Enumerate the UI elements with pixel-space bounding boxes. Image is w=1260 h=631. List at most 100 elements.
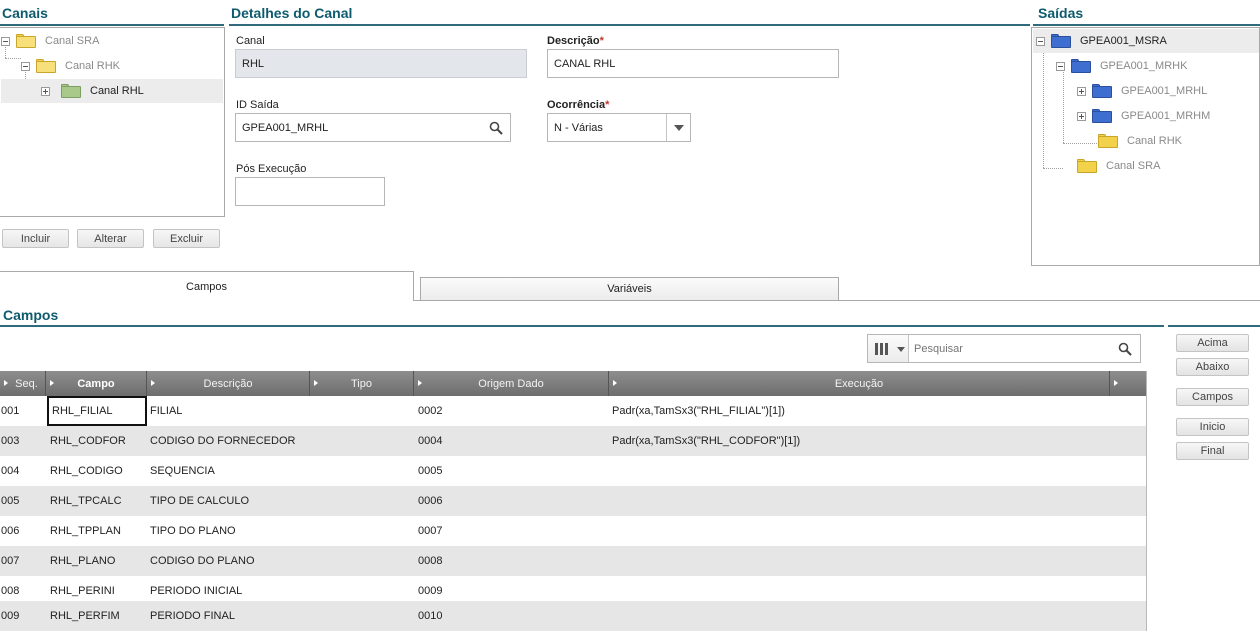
- descricao-field[interactable]: CANAL RHL: [547, 49, 839, 78]
- table-row[interactable]: 001 RHL_FILIAL FILIAL 0002 Padr(xa,TamSx…: [0, 396, 1146, 426]
- cell-origem: 0006: [418, 495, 443, 507]
- cell-descricao: CODIGO DO FORNECEDOR: [150, 435, 296, 447]
- canal-field[interactable]: RHL: [235, 49, 527, 78]
- column-header-seq[interactable]: Seq.: [0, 371, 46, 396]
- tree-item-label: Canal RHK: [65, 60, 121, 72]
- canais-tree-item-rhk[interactable]: Canal RHK: [21, 54, 223, 78]
- tab-campos[interactable]: Campos: [0, 271, 414, 301]
- cell-origem: 0004: [418, 435, 443, 447]
- cell-seq: 001: [1, 405, 20, 417]
- column-header-label: Tipo: [351, 377, 372, 390]
- tree-item-label: GPEA001_MRHM: [1121, 110, 1211, 122]
- grid-search-bar: [867, 334, 1141, 363]
- column-header-extra[interactable]: [1110, 371, 1146, 396]
- ocorrencia-value: N - Várias: [554, 121, 603, 134]
- inicio-button[interactable]: Inicio: [1176, 418, 1249, 436]
- table-row[interactable]: 009 RHL_PERFIM PERIODO FINAL 0010: [0, 601, 1146, 631]
- saidas-tree-item-canal-sra[interactable]: Canal SRA: [1077, 154, 1257, 178]
- chevron-down-icon[interactable]: [666, 114, 690, 141]
- column-header-tipo[interactable]: Tipo: [310, 371, 414, 396]
- folder-icon: [1092, 109, 1112, 123]
- tree-item-label: Canal RHK: [1127, 135, 1183, 147]
- excluir-button[interactable]: Excluir: [153, 229, 220, 248]
- cell-descricao: FILIAL: [150, 405, 183, 417]
- collapse-icon[interactable]: [21, 61, 30, 71]
- sort-icon: [151, 380, 155, 386]
- expand-icon[interactable]: [41, 86, 50, 96]
- table-row[interactable]: 005 RHL_TPCALC TIPO DE CALCULO 0006: [0, 486, 1146, 516]
- final-button[interactable]: Final: [1176, 442, 1249, 460]
- columns-icon[interactable]: [868, 335, 909, 362]
- column-header-label: Seq.: [15, 377, 38, 390]
- saidas-tree-panel: GPEA001_MSRA GPEA001_MRHK GPEA001_MRHL G…: [1031, 27, 1260, 266]
- tree-item-label: Canal SRA: [45, 35, 100, 47]
- saidas-tree-item-canal-rhk[interactable]: Canal RHK: [1098, 129, 1258, 153]
- ocorrencia-label: Ocorrência*: [547, 99, 609, 111]
- sort-icon: [418, 380, 422, 386]
- canais-title-line: [0, 24, 224, 26]
- cell-execucao: Padr(xa,TamSx3("RHL_CODFOR")[1]): [612, 435, 801, 447]
- saidas-title: Saídas: [1038, 5, 1084, 21]
- descricao-label-text: Descrição: [547, 35, 600, 47]
- id-saida-value: GPEA001_MRHL: [242, 121, 329, 134]
- column-header-label: Execução: [834, 377, 884, 390]
- column-header-origem[interactable]: Origem Dado: [414, 371, 609, 396]
- collapse-icon[interactable]: [1036, 36, 1045, 46]
- expand-icon[interactable]: [1077, 86, 1086, 96]
- folder-icon: [1092, 84, 1112, 98]
- cell-campo: RHL_PLANO: [50, 555, 116, 567]
- sort-icon: [1114, 380, 1118, 386]
- incluir-button[interactable]: Incluir: [2, 229, 69, 248]
- table-row[interactable]: 003 RHL_CODFOR CODIGO DO FORNECEDOR 0004…: [0, 426, 1146, 456]
- folder-icon: [1098, 134, 1118, 148]
- alterar-button[interactable]: Alterar: [77, 229, 144, 248]
- saidas-tree-item-mrhl[interactable]: GPEA001_MRHL: [1077, 79, 1257, 103]
- canais-tree-panel: Canal SRA Canal RHK Canal RHL: [0, 27, 225, 217]
- search-icon[interactable]: [1118, 342, 1132, 356]
- saidas-tree-item-msra[interactable]: GPEA001_MSRA: [1033, 29, 1259, 53]
- table-row[interactable]: 004 RHL_CODIGO SEQUENCIA 0005: [0, 456, 1146, 486]
- collapse-icon[interactable]: [1, 36, 10, 46]
- table-row[interactable]: 006 RHL_TPPLAN TIPO DO PLANO 0007: [0, 516, 1146, 546]
- canais-tree-item-sra[interactable]: Canal SRA: [1, 29, 223, 53]
- cell-campo: RHL_TPCALC: [50, 495, 122, 507]
- id-saida-field[interactable]: GPEA001_MRHL: [235, 113, 511, 142]
- cell-seq: 009: [1, 610, 20, 622]
- acima-button[interactable]: Acima: [1176, 334, 1249, 352]
- table-row[interactable]: 007 RHL_PLANO CODIGO DO PLANO 0008: [0, 546, 1146, 576]
- folder-open-icon: [16, 34, 36, 48]
- column-header-campo[interactable]: Campo: [46, 371, 147, 396]
- sort-icon: [613, 380, 617, 386]
- column-header-descricao[interactable]: Descrição: [147, 371, 310, 396]
- campos-title-line: [0, 325, 1164, 327]
- column-header-execucao[interactable]: Execução: [609, 371, 1110, 396]
- column-header-label: Origem Dado: [478, 377, 544, 390]
- collapse-icon[interactable]: [1056, 61, 1065, 71]
- cell-origem: 0007: [418, 525, 443, 537]
- cell-seq: 007: [1, 555, 20, 567]
- tree-item-label: Canal SRA: [1106, 160, 1161, 172]
- pos-execucao-field[interactable]: [235, 177, 385, 206]
- folder-open-icon: [36, 59, 56, 73]
- canais-tree-item-rhl[interactable]: Canal RHL: [1, 79, 223, 103]
- saidas-tree-item-mrhm[interactable]: GPEA001_MRHM: [1077, 104, 1257, 128]
- ocorrencia-select[interactable]: N - Várias: [547, 113, 691, 142]
- required-mark: *: [605, 99, 610, 111]
- campos-title-line-right: [1168, 325, 1260, 327]
- cell-campo[interactable]: RHL_FILIAL: [47, 396, 147, 426]
- grid-right-border: [1146, 371, 1147, 631]
- cell-origem: 0005: [418, 465, 443, 477]
- grid-search-input[interactable]: [912, 338, 1108, 359]
- id-saida-label: ID Saída: [236, 99, 279, 111]
- abaixo-button[interactable]: Abaixo: [1176, 358, 1249, 376]
- expand-icon[interactable]: [1077, 111, 1086, 121]
- descricao-label: Descrição*: [547, 35, 604, 47]
- campos-button[interactable]: Campos: [1176, 388, 1249, 406]
- saidas-tree-item-mrhk[interactable]: GPEA001_MRHK: [1056, 54, 1256, 78]
- tab-variaveis[interactable]: Variáveis: [420, 277, 839, 301]
- cell-seq: 003: [1, 435, 20, 447]
- tree-item-label: Canal RHL: [90, 85, 144, 97]
- sort-icon: [4, 380, 8, 386]
- cell-campo: RHL_PERFIM: [50, 610, 120, 622]
- search-icon[interactable]: [489, 121, 503, 135]
